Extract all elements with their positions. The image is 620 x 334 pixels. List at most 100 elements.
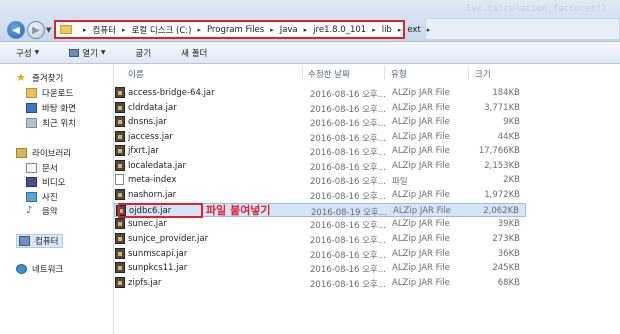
file-date: 2016-08-16 오후... bbox=[310, 265, 386, 275]
file-row[interactable]: sunpkcs11.jar 2016-08-16 오후... ALZip JAR… bbox=[114, 261, 526, 275]
column-divider[interactable] bbox=[384, 66, 385, 80]
file-type: ALZip JAR File bbox=[392, 103, 450, 113]
file-row[interactable]: cldrdata.jar 2016-08-16 오후... ALZip JAR … bbox=[114, 101, 526, 115]
file-size: 245KB bbox=[492, 263, 520, 273]
file-date: 2016-08-16 오후... bbox=[310, 177, 386, 187]
file-row[interactable]: zipfs.jar 2016-08-16 오후... ALZip JAR Fil… bbox=[114, 276, 526, 290]
new-folder-button[interactable]: 새 폴더 bbox=[181, 47, 207, 59]
file-size: 17,766KB bbox=[478, 146, 520, 156]
sidebar-item-computer[interactable]: 컴퓨터 bbox=[16, 234, 64, 248]
chevron-right-icon[interactable]: ▸ bbox=[427, 26, 431, 34]
file-date: 2016-08-16 오후... bbox=[310, 134, 386, 144]
file-row[interactable]: sunmscapi.jar 2016-08-16 오후... ALZip JAR… bbox=[114, 247, 526, 261]
file-type: ALZip JAR File bbox=[392, 117, 450, 127]
column-header-type[interactable]: 유형 bbox=[391, 68, 407, 80]
new-folder-label: 새 폴더 bbox=[181, 48, 208, 59]
chevron-right-icon[interactable]: ▸ bbox=[83, 26, 87, 34]
jar-file-icon bbox=[115, 189, 125, 200]
sidebar-item-label: 최근 위치 bbox=[42, 119, 76, 129]
jar-file-icon bbox=[115, 87, 125, 98]
breadcrumb-lib[interactable]: lib bbox=[382, 25, 392, 35]
sidebar-item-favorites[interactable]: ★ 즐겨찾기 bbox=[16, 72, 63, 84]
jar-file-icon bbox=[115, 233, 125, 244]
sidebar-item-recent[interactable]: 최근 위치 bbox=[26, 117, 76, 129]
open-button[interactable]: 열기 ▼ bbox=[69, 47, 106, 59]
file-type: ALZip JAR File bbox=[392, 161, 450, 171]
address-field[interactable]: ▸ 컴퓨터 ▸ 로컬 디스크 (C:) ▸ Program Files ▸ Ja… bbox=[54, 20, 430, 39]
address-bar-area: lvc.calculation_factores() ◀ ▶ ▼ ▸ 컴퓨터 ▸… bbox=[0, 0, 620, 42]
navigation-pane: ★ 즐겨찾기 다운로드 바탕 화면 최근 위치 라이브러리 문서 비디오 사진 … bbox=[0, 64, 114, 334]
computer-icon bbox=[19, 236, 30, 246]
column-header-size[interactable]: 크기 bbox=[475, 68, 491, 80]
column-divider[interactable] bbox=[468, 66, 469, 80]
file-row[interactable]: access-bridge-64.jar 2016-08-16 오후... AL… bbox=[114, 86, 526, 100]
file-date: 2016-08-16 오후... bbox=[310, 192, 386, 202]
file-row[interactable]: dnsns.jar 2016-08-16 오후... ALZip JAR Fil… bbox=[114, 115, 526, 129]
jar-file-icon bbox=[115, 277, 125, 288]
chevron-right-icon[interactable]: ▸ bbox=[270, 26, 274, 34]
pictures-icon bbox=[26, 192, 37, 202]
file-type: ALZip JAR File bbox=[392, 249, 450, 259]
file-row[interactable]: jfxrt.jar 2016-08-16 오후... ALZip JAR Fil… bbox=[114, 144, 526, 158]
sidebar-item-label: 다운로드 bbox=[42, 89, 74, 99]
file-row[interactable]: sunjce_provider.jar 2016-08-16 오후... ALZ… bbox=[114, 232, 526, 246]
file-name: localedata.jar bbox=[128, 161, 186, 171]
file-date: 2016-08-16 오후... bbox=[310, 251, 386, 261]
forward-button[interactable]: ▶ bbox=[27, 21, 45, 39]
file-name: zipfs.jar bbox=[128, 278, 162, 288]
file-name: jfxrt.jar bbox=[128, 146, 159, 156]
file-size: 39KB bbox=[497, 219, 520, 229]
chevron-right-icon[interactable]: ▸ bbox=[122, 26, 126, 34]
sidebar-item-pictures[interactable]: 사진 bbox=[26, 191, 58, 203]
file-row[interactable]: meta-index 2016-08-16 오후... 파일 2KB bbox=[114, 173, 526, 187]
sidebar-item-videos[interactable]: 비디오 bbox=[26, 176, 65, 188]
chevron-right-icon[interactable]: ▸ bbox=[398, 26, 402, 34]
breadcrumb-java[interactable]: Java bbox=[280, 25, 298, 35]
jar-file-icon bbox=[115, 145, 125, 156]
jar-file-icon bbox=[115, 248, 125, 259]
file-row[interactable]: localedata.jar 2016-08-16 오후... ALZip JA… bbox=[114, 159, 526, 173]
file-date: 2016-08-16 오후... bbox=[310, 280, 386, 290]
file-row[interactable]: nashorn.jar 2016-08-16 오후... ALZip JAR F… bbox=[114, 188, 526, 202]
documents-icon bbox=[26, 163, 37, 173]
chevron-right-icon[interactable]: ▸ bbox=[197, 26, 201, 34]
sidebar-item-documents[interactable]: 문서 bbox=[26, 162, 58, 174]
sidebar-item-downloads[interactable]: 다운로드 bbox=[26, 87, 73, 99]
breadcrumb-ext[interactable]: ext bbox=[407, 25, 420, 35]
file-row[interactable]: sunec.jar 2016-08-16 오후... ALZip JAR Fil… bbox=[114, 217, 526, 231]
music-note-icon: ♪ bbox=[26, 205, 33, 216]
breadcrumb-program-files[interactable]: Program Files bbox=[207, 25, 264, 35]
downloads-folder-icon bbox=[26, 88, 37, 98]
jar-file-icon bbox=[115, 262, 125, 273]
sidebar-item-label: 음악 bbox=[42, 207, 58, 217]
file-type: ALZip JAR File bbox=[392, 219, 450, 229]
back-button[interactable]: ◀ bbox=[7, 21, 25, 39]
sidebar-item-desktop[interactable]: 바탕 화면 bbox=[26, 102, 76, 114]
column-header-name[interactable]: 이름 bbox=[128, 68, 144, 80]
column-divider[interactable] bbox=[302, 66, 303, 80]
file-name: dnsns.jar bbox=[128, 117, 167, 127]
sidebar-item-network[interactable]: 네트워크 bbox=[16, 263, 63, 275]
sidebar-item-label: 즐겨찾기 bbox=[32, 74, 64, 84]
breadcrumb-computer[interactable]: 컴퓨터 bbox=[93, 24, 116, 36]
sidebar-item-label: 네트워크 bbox=[32, 265, 64, 275]
burn-button[interactable]: 굽기 bbox=[136, 47, 152, 59]
breadcrumb-local-disk[interactable]: 로컬 디스크 (C:) bbox=[132, 24, 192, 36]
video-icon bbox=[26, 177, 37, 187]
chevron-right-icon[interactable]: ▸ bbox=[372, 26, 376, 34]
file-type: ALZip JAR File bbox=[392, 278, 450, 288]
sidebar-item-libraries[interactable]: 라이브러리 bbox=[16, 147, 71, 159]
sidebar-item-music[interactable]: ♪ 음악 bbox=[26, 205, 58, 218]
column-header-date[interactable]: 수정한 날짜 bbox=[308, 68, 350, 80]
breadcrumb-jre[interactable]: jre1.8.0_101 bbox=[313, 25, 366, 35]
chevron-right-icon[interactable]: ▸ bbox=[304, 26, 308, 34]
organize-button[interactable]: 구성 ▼ bbox=[16, 47, 39, 59]
sidebar-item-label: 문서 bbox=[42, 164, 58, 174]
sidebar-item-label: 바탕 화면 bbox=[42, 104, 76, 114]
paste-file-annotation: 파일 붙여넣기 bbox=[206, 204, 271, 217]
recent-pages-dropdown-icon[interactable]: ▼ bbox=[46, 26, 51, 34]
open-icon bbox=[69, 48, 80, 57]
file-row[interactable]: jaccess.jar 2016-08-16 오후... ALZip JAR F… bbox=[114, 130, 526, 144]
file-name: meta-index bbox=[128, 175, 177, 185]
file-type: ALZip JAR File bbox=[392, 88, 450, 98]
